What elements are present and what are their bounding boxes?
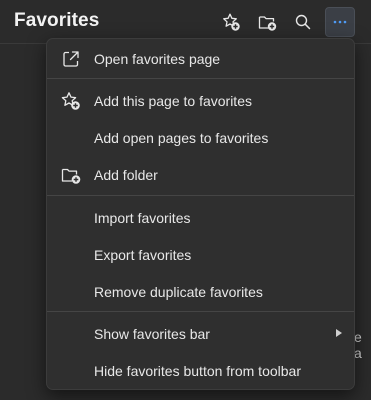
favorites-panel: Favorites e a Open favorites page Add th… [0,0,371,400]
menu-item-label: Export favorites [94,247,192,263]
menu-item-label: Show favorites bar [94,326,210,342]
background-partial-text: e a [354,329,362,361]
menu-separator [47,78,354,79]
star-add-icon [60,91,82,111]
menu-item-open-favorites-page[interactable]: Open favorites page [47,41,354,77]
menu-item-show-favorites-bar[interactable]: Show favorites bar [47,316,354,352]
menu-item-label: Hide favorites button from toolbar [94,363,301,379]
more-options-button[interactable] [325,7,355,37]
menu-item-export-favorites[interactable]: Export favorites [47,237,354,273]
menu-item-add-folder[interactable]: Add folder [47,157,354,193]
star-add-icon [221,12,241,32]
folder-add-icon [60,165,82,185]
add-to-favorites-button[interactable] [216,7,246,37]
menu-item-label: Add this page to favorites [94,93,252,109]
menu-item-hide-favorites-button[interactable]: Hide favorites button from toolbar [47,353,354,389]
open-external-icon [60,49,82,69]
menu-item-label: Add folder [94,167,158,183]
more-options-menu: Open favorites page Add this page to fav… [46,38,355,390]
menu-item-label: Add open pages to favorites [94,130,269,146]
menu-separator [47,195,354,196]
menu-separator [47,311,354,312]
add-folder-button[interactable] [252,7,282,37]
more-options-icon [330,12,350,32]
menu-item-label: Import favorites [94,210,191,226]
menu-item-import-favorites[interactable]: Import favorites [47,200,354,236]
submenu-arrow-icon [336,329,342,337]
menu-item-label: Remove duplicate favorites [94,284,263,300]
menu-item-label: Open favorites page [94,51,221,67]
panel-title: Favorites [14,10,100,31]
folder-add-icon [257,12,277,32]
search-button[interactable] [288,7,318,37]
menu-item-add-this-page[interactable]: Add this page to favorites [47,83,354,119]
menu-item-remove-duplicates[interactable]: Remove duplicate favorites [47,274,354,310]
menu-item-add-open-pages[interactable]: Add open pages to favorites [47,120,354,156]
search-icon [293,12,313,32]
